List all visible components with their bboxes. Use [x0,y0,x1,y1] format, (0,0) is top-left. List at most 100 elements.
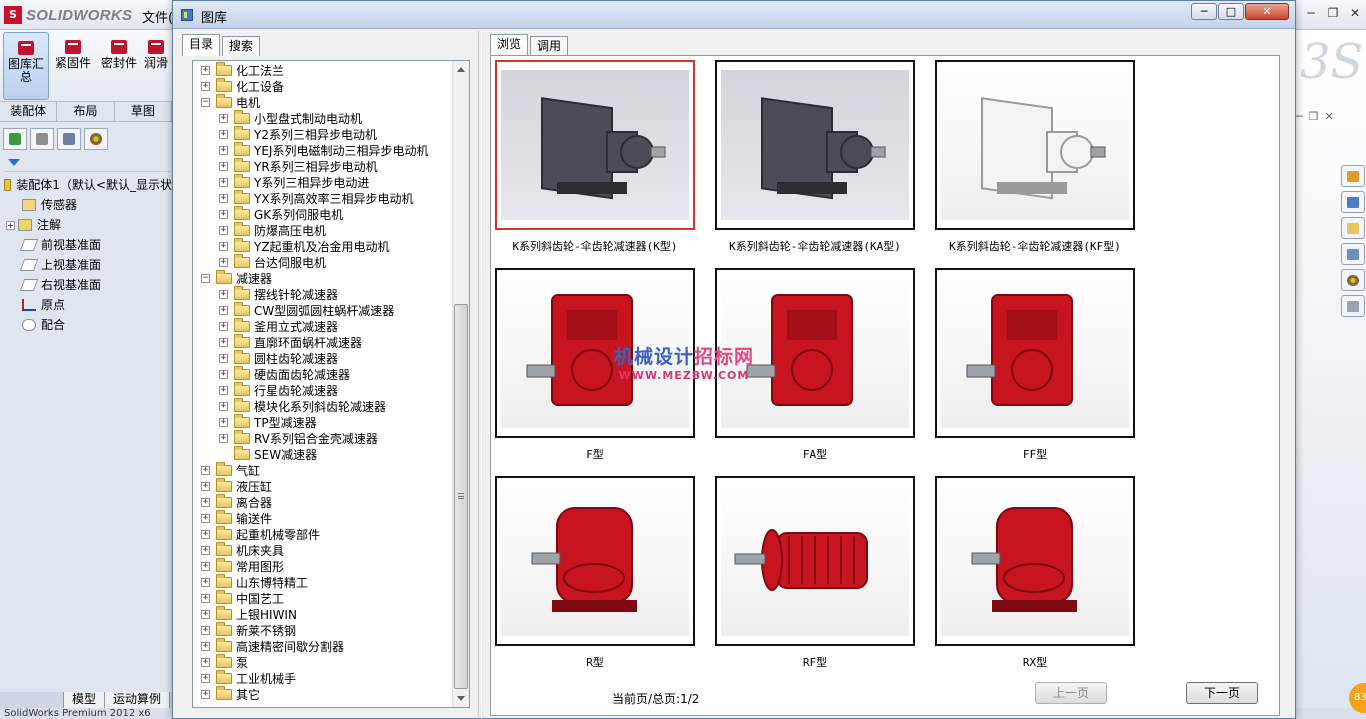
expand-icon[interactable]: + [201,513,210,523]
tab-layout[interactable]: 布局 [57,102,115,121]
expand-icon[interactable]: + [201,561,210,571]
expand-icon[interactable]: + [6,220,15,230]
feature-tree-item-front-plane[interactable]: 前视基准面 [0,235,172,255]
propertymanager-tab[interactable] [30,128,54,150]
tree-node[interactable]: + 新莱不锈钢 [193,621,453,638]
tab-search[interactable]: 搜索 [222,36,261,56]
tree-node[interactable]: + 摆线针轮减速器 [193,285,453,302]
menu-file[interactable]: 文件( [142,7,173,26]
tree-node[interactable]: + 常用图形 [193,557,453,574]
pane-splitter[interactable] [478,31,482,719]
dialog-titlebar[interactable]: 图库 ─ □ ✕ [173,1,1295,29]
tree-node[interactable]: + 化工设备 [193,77,453,94]
minimize-icon[interactable]: ─ [1304,6,1318,20]
tab-catalog[interactable]: 目录 [182,34,221,56]
lubrication-button[interactable]: 润滑 [140,32,172,100]
next-page-button[interactable]: 下一页 [1186,682,1258,704]
tree-node[interactable]: + YZ起重机及冶金用电动机 [193,237,453,254]
feature-tree-item-origin[interactable]: 原点 [0,295,172,315]
library-item[interactable]: K系列斜齿轮-伞齿轮减速器(KF型) [935,60,1135,254]
close-icon[interactable]: ✕ [1348,6,1362,20]
tab-call[interactable]: 调用 [530,36,569,56]
expand-icon[interactable]: + [219,321,228,331]
tree-node[interactable]: + YR系列三相异步电动机 [193,157,453,174]
tree-node[interactable]: + TP型减速器 [193,413,453,430]
expand-icon[interactable]: + [201,689,210,699]
expand-icon[interactable]: + [201,593,210,603]
tree-node[interactable]: + 小型盘式制动电动机 [193,109,453,126]
expand-icon[interactable]: + [201,673,210,683]
library-item[interactable]: FF型 [935,268,1135,462]
item-thumbnail[interactable] [495,268,695,438]
graphics-area[interactable] [1296,30,1366,708]
tree-node[interactable]: + 上银HIWIN [193,605,453,622]
expand-icon[interactable]: + [201,545,210,555]
tree-node[interactable]: + 气缸 [193,461,453,478]
collapse-icon[interactable]: − [201,97,210,107]
scrollbar-thumb[interactable] [454,304,468,689]
tab-assembly[interactable]: 装配体 [0,102,58,121]
expand-icon[interactable]: + [219,145,228,155]
expand-icon[interactable]: + [219,369,228,379]
expand-icon[interactable]: + [219,385,228,395]
tree-node[interactable]: − 减速器 [193,269,453,286]
expand-icon[interactable]: + [219,241,228,251]
scroll-up-icon[interactable] [457,67,465,72]
doc-restore-icon[interactable]: ❐ [1309,110,1319,123]
tree-node[interactable]: + 台达伺服电机 [193,253,453,270]
task-pane-design-library[interactable] [1341,191,1365,213]
expand-icon[interactable]: + [219,257,228,267]
expand-icon[interactable]: + [219,417,228,427]
maximize-button[interactable]: □ [1218,3,1244,20]
tree-scrollbar[interactable] [452,61,469,707]
expand-icon[interactable]: + [219,161,228,171]
doc-close-icon[interactable]: ✕ [1325,110,1334,123]
task-pane-file-explorer[interactable] [1341,217,1365,239]
task-pane-home[interactable] [1341,165,1365,187]
doc-minimize-icon[interactable]: ─ [1296,110,1303,123]
tree-node[interactable]: + 山东博特精工 [193,573,453,590]
tree-node[interactable]: SEW减速器 [193,445,453,462]
task-pane-custom-properties[interactable] [1341,295,1365,317]
expand-icon[interactable]: + [201,529,210,539]
expand-icon[interactable]: + [201,65,210,75]
tree-node[interactable]: + 硬齿面齿轮减速器 [193,365,453,382]
tree-node[interactable]: + 离合器 [193,493,453,510]
tab-browse[interactable]: 浏览 [490,34,529,56]
featuremanager-tab[interactable] [3,128,27,150]
solidworks-logo[interactable]: S SOLIDWORKS [4,6,132,24]
tree-node[interactable]: + 防爆高压电机 [193,221,453,238]
item-thumbnail[interactable] [495,476,695,646]
tree-filter[interactable] [4,156,170,172]
item-thumbnail[interactable] [935,268,1135,438]
expand-icon[interactable]: + [219,209,228,219]
restore-icon[interactable]: ❐ [1326,6,1340,20]
collapse-icon[interactable]: − [201,273,210,283]
prev-page-button[interactable]: 上一页 [1035,682,1107,704]
fastener-button[interactable]: 紧固件 [50,32,96,100]
tab-sketch[interactable]: 草图 [115,102,172,121]
library-item[interactable]: K系列斜齿轮-伞齿轮减速器(K型) [495,60,695,254]
library-summary-button[interactable]: 图库汇总 [3,32,49,100]
expand-icon[interactable]: + [201,657,210,667]
tree-node[interactable]: + 其它 [193,685,453,702]
library-item[interactable]: RF型 [715,476,915,670]
expand-icon[interactable]: + [219,401,228,411]
tab-model[interactable]: 模型 [64,692,106,708]
feature-tree-item-mates[interactable]: 配合 [0,315,172,335]
tree-node[interactable]: + 工业机械手 [193,669,453,686]
feature-tree-item-right-plane[interactable]: 右视基准面 [0,275,172,295]
library-item[interactable]: F型 [495,268,695,462]
configurationmanager-tab[interactable] [57,128,81,150]
expand-icon[interactable]: + [219,289,228,299]
expand-icon[interactable]: + [219,433,228,443]
item-thumbnail[interactable] [715,268,915,438]
expand-icon[interactable]: + [219,129,228,139]
feature-tree-item-top-plane[interactable]: 上视基准面 [0,255,172,275]
tree-node[interactable]: + GK系列伺服电机 [193,205,453,222]
displaymanager-tab[interactable] [84,128,108,150]
item-thumbnail[interactable] [495,60,695,230]
library-item[interactable]: R型 [495,476,695,670]
tree-node[interactable]: + 机床夹具 [193,541,453,558]
tree-node[interactable]: + 中国艺工 [193,589,453,606]
